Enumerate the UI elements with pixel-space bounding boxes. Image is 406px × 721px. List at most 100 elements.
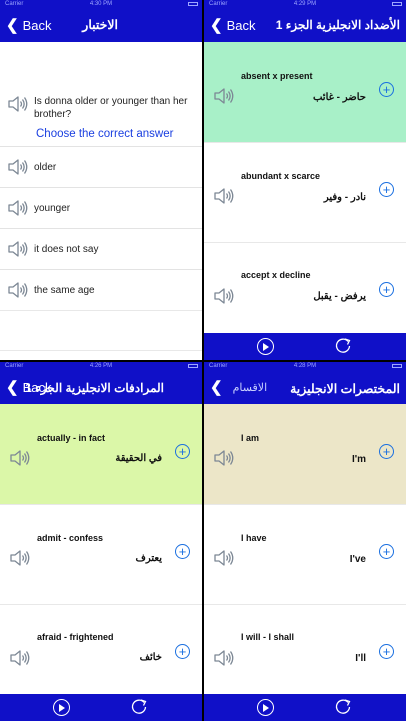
battery-icon	[188, 2, 198, 6]
plus-circle-icon[interactable]: +	[175, 444, 190, 459]
plus-circle-icon[interactable]: +	[379, 282, 394, 297]
status-time: 4:30 PM	[89, 1, 113, 7]
instruction-text: Choose the correct answer	[36, 128, 174, 140]
list-item[interactable]: absent x present حاضر - غائب +	[204, 42, 406, 142]
status-bar: Carrier 4:28 PM	[204, 362, 406, 371]
back-button[interactable]: ❮ Back	[0, 18, 51, 33]
bottom-toolbar	[204, 694, 406, 721]
play-icon[interactable]	[257, 338, 274, 355]
speaker-icon[interactable]	[8, 240, 28, 258]
speaker-icon[interactable]	[10, 649, 30, 667]
speaker-icon[interactable]	[8, 199, 28, 217]
list-item[interactable]: accept x decline يرفض - يقبل +	[204, 242, 406, 332]
plus-circle-icon[interactable]: +	[175, 644, 190, 659]
speaker-icon[interactable]	[214, 449, 234, 467]
battery-icon	[392, 2, 402, 6]
answer-label: it does not say	[34, 244, 99, 255]
status-time: 4:26 PM	[89, 363, 113, 369]
plus-circle-icon[interactable]: +	[379, 82, 394, 97]
arabic-translation: خائف	[139, 652, 162, 663]
navbar: ❮ Back المرادفات الانجليزية الجزء 1	[0, 371, 202, 404]
back-label: Back	[226, 18, 256, 33]
plus-circle-icon[interactable]: +	[379, 444, 394, 459]
status-bar: Carrier 4:26 PM	[0, 362, 202, 371]
short-form: I'll	[355, 653, 366, 664]
bottom-toolbar	[204, 333, 406, 360]
list-item[interactable]: admit - confess يعترف +	[0, 504, 202, 604]
list-item[interactable]: afraid - frightened خائف +	[0, 604, 202, 694]
repeat-icon[interactable]	[334, 698, 352, 716]
plus-circle-icon[interactable]: +	[379, 544, 394, 559]
navbar: ❮ الاقسام المختصرات الانجليزية	[204, 371, 406, 404]
page-title: المختصرات الانجليزية	[290, 382, 400, 396]
speaker-icon[interactable]	[8, 281, 28, 299]
english-word: abundant x scarce	[241, 171, 321, 181]
chevron-left-icon: ❮	[6, 17, 19, 34]
full-form: I have	[241, 533, 267, 543]
english-word: absent x present	[241, 71, 313, 81]
battery-icon	[392, 364, 402, 368]
quiz-screen: Carrier 4:30 PM ❮ Back الاختبار Is donna…	[0, 0, 202, 360]
answer-option[interactable]: it does not say	[0, 228, 202, 270]
speaker-icon[interactable]	[214, 187, 234, 205]
full-form: I am	[241, 433, 260, 443]
arabic-translation: يرفض - يقبل	[313, 291, 366, 302]
play-icon[interactable]	[257, 699, 274, 716]
speaker-icon[interactable]	[8, 95, 28, 113]
full-form: I will - I shall	[241, 632, 295, 642]
short-form: I've	[349, 554, 366, 565]
speaker-icon[interactable]	[214, 287, 234, 305]
arabic-translation: حاضر - غائب	[312, 92, 366, 103]
speaker-icon[interactable]	[214, 649, 234, 667]
speaker-icon[interactable]	[10, 449, 30, 467]
plus-circle-icon[interactable]: +	[175, 544, 190, 559]
english-word: afraid - frightened	[37, 632, 114, 642]
status-time: 4:28 PM	[293, 363, 317, 369]
short-form: I'm	[351, 454, 366, 465]
page-title: المرادفات الانجليزية الجزء 1	[25, 381, 164, 395]
back-button[interactable]: ❮ الاقسام	[204, 380, 267, 395]
list-item[interactable]: I have I've +	[204, 504, 406, 604]
answer-label: the same age	[34, 285, 95, 296]
answer-option[interactable]: the same age	[0, 269, 202, 311]
page-title: الأضداد الانجليزية الجزء 1	[275, 18, 400, 32]
status-bar: Carrier 4:29 PM	[204, 0, 406, 9]
list-item[interactable]: I will - I shall I'll +	[204, 604, 406, 694]
speaker-icon[interactable]	[10, 549, 30, 567]
status-time: 4:29 PM	[293, 1, 317, 7]
back-label: الاقسام	[232, 382, 268, 394]
list-item[interactable]: actually - in fact في الحقيقة +	[0, 404, 202, 504]
answer-label: younger	[34, 203, 71, 214]
status-bar: Carrier 4:30 PM	[0, 0, 202, 9]
plus-circle-icon[interactable]: +	[379, 644, 394, 659]
back-button[interactable]: ❮ Back	[204, 18, 255, 33]
divider	[0, 350, 202, 351]
speaker-icon[interactable]	[214, 87, 234, 105]
english-word: admit - confess	[37, 533, 104, 543]
english-word: accept x decline	[241, 270, 311, 280]
back-label: Back	[22, 18, 52, 33]
bottom-toolbar	[0, 694, 202, 721]
list-item[interactable]: I am I'm +	[204, 404, 406, 504]
repeat-icon[interactable]	[334, 337, 352, 355]
antonyms-screen: Carrier 4:29 PM ❮ Back الأضداد الانجليزي…	[204, 0, 406, 360]
synonyms-screen: Carrier 4:26 PM ❮ Back المرادفات الانجلي…	[0, 362, 202, 721]
play-icon[interactable]	[53, 699, 70, 716]
list-item[interactable]: abundant x scarce نادر - وفير +	[204, 142, 406, 242]
answer-option[interactable]: older	[0, 146, 202, 188]
arabic-translation: في الحقيقة	[115, 453, 162, 464]
speaker-icon[interactable]	[214, 549, 234, 567]
arabic-translation: يعترف	[135, 553, 162, 564]
speaker-icon[interactable]	[8, 158, 28, 176]
plus-circle-icon[interactable]: +	[379, 182, 394, 197]
navbar: ❮ Back الاختبار	[0, 9, 202, 42]
chevron-left-icon: ❮	[210, 17, 223, 34]
abbreviations-screen: Carrier 4:28 PM ❮ الاقسام المختصرات الان…	[204, 362, 406, 721]
repeat-icon[interactable]	[130, 698, 148, 716]
answer-option[interactable]: younger	[0, 187, 202, 229]
english-word: actually - in fact	[37, 433, 106, 443]
navbar: ❮ Back الأضداد الانجليزية الجزء 1	[204, 9, 406, 42]
arabic-translation: نادر - وفير	[323, 192, 366, 203]
question-row: Is donna older or younger than her broth…	[8, 95, 187, 120]
divider	[0, 310, 202, 311]
